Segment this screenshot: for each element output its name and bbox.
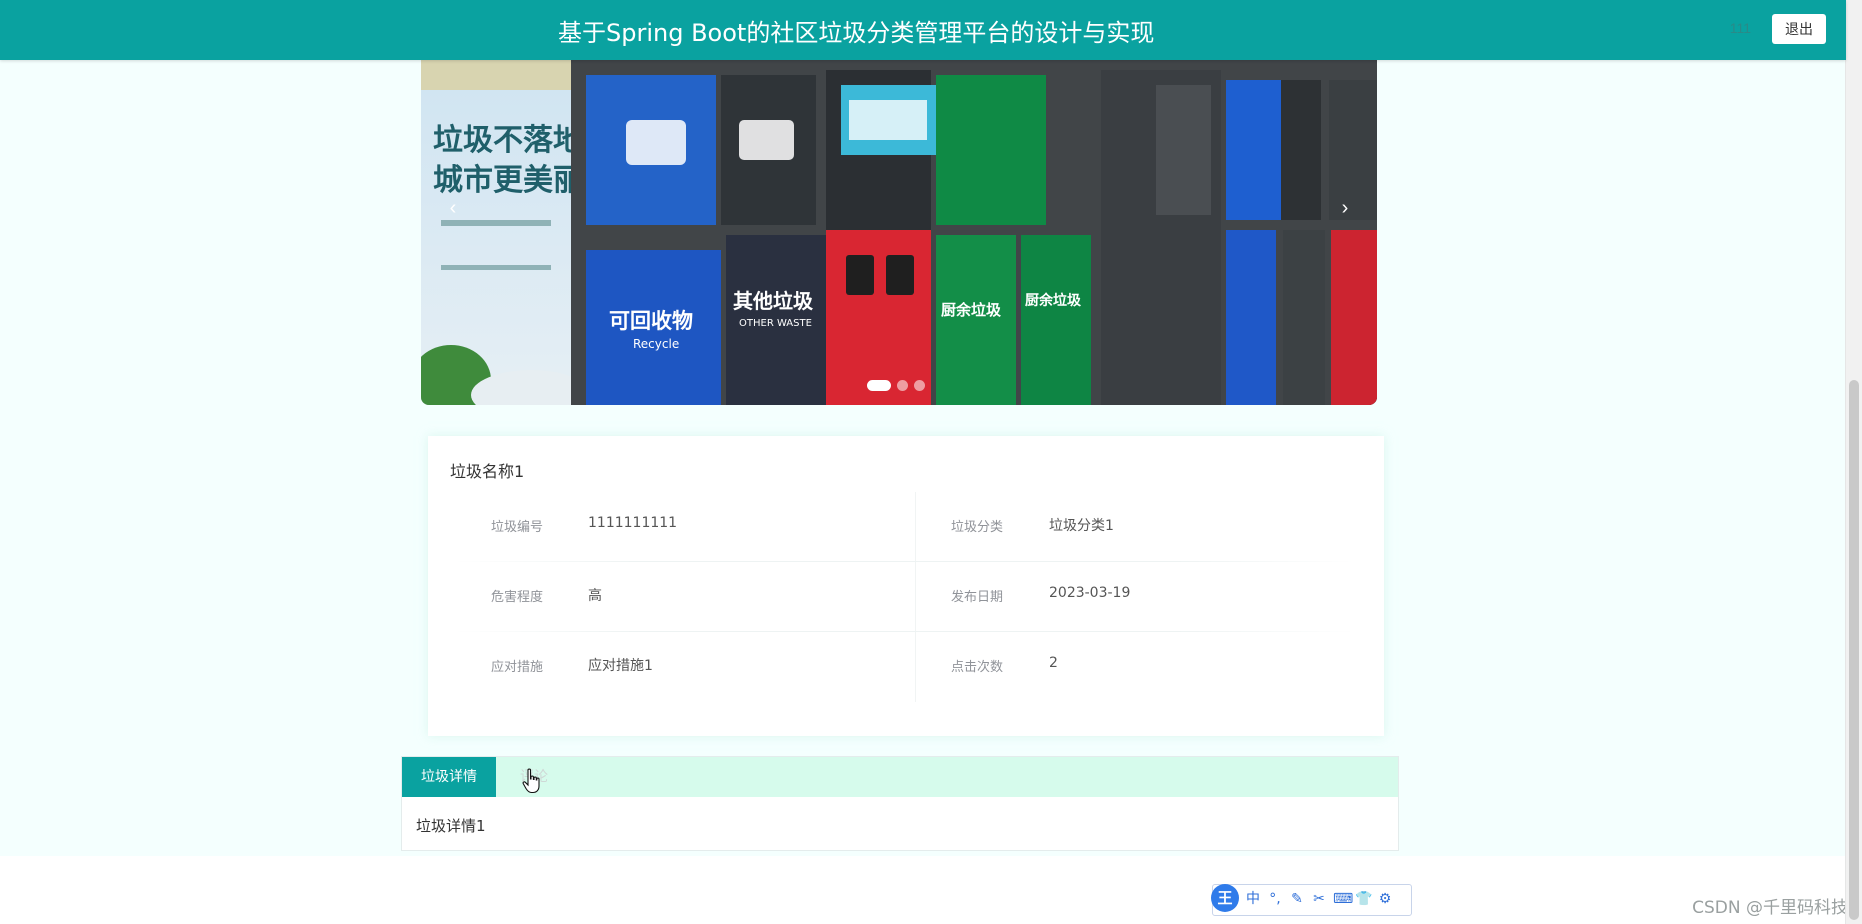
field-value: 2023-03-19	[1049, 585, 1131, 601]
top-header-bar: 基于Spring Boot的社区垃圾分类管理平台的设计与实现 111 退出	[0, 0, 1846, 60]
field-label: 应对措施	[491, 660, 544, 675]
ime-chinese-mode-icon[interactable]: 中	[1245, 889, 1261, 909]
csdn-watermark: CSDN @千里码科技	[1692, 898, 1848, 918]
bin-kitchen-label-1: 厨余垃圾	[941, 301, 1002, 319]
field-label: 危害程度	[491, 590, 544, 605]
bin-recycle-label: 可回收物	[609, 309, 693, 333]
page-scrollbar[interactable]	[1845, 0, 1862, 924]
hand-pointer-icon	[522, 768, 540, 794]
carousel-dot-2[interactable]	[897, 380, 908, 391]
ime-buttons: 中 °, ✎ ✂ ⌨ 👕 ⚙	[1245, 889, 1393, 909]
field-label: 垃圾分类	[951, 520, 1004, 535]
logout-button[interactable]: 退出	[1772, 14, 1826, 44]
ime-logo-icon[interactable]: 王	[1211, 884, 1239, 912]
ime-keyboard-icon[interactable]: ⌨	[1333, 889, 1353, 909]
bin-kitchen-label-2: 厨余垃圾	[1025, 292, 1082, 309]
image-carousel[interactable]: 垃圾不落地 城市更美丽 可回收物 Recycle 其他垃圾 OTHER WAST…	[421, 60, 1377, 405]
carousel-next-button[interactable]: ›	[1327, 190, 1363, 226]
username-label: 111	[1729, 20, 1751, 36]
carousel-slide-image: 垃圾不落地 城市更美丽 可回收物 Recycle 其他垃圾 OTHER WAST…	[421, 60, 1377, 405]
scrollbar-thumb[interactable]	[1849, 380, 1859, 920]
detail-row: 垃圾编号 1111111111 垃圾分类 垃圾分类1	[455, 492, 1355, 562]
field-value: 高	[588, 588, 602, 604]
ime-handwrite-icon[interactable]: ✎	[1289, 889, 1305, 909]
field-value: 1111111111	[588, 515, 678, 531]
page-title: 基于Spring Boot的社区垃圾分类管理平台的设计与实现	[558, 19, 1155, 47]
ime-scissors-icon[interactable]: ✂	[1311, 889, 1327, 909]
field-value: 2	[1049, 655, 1058, 671]
field-publish-date: 发布日期 2023-03-19	[915, 562, 1366, 632]
field-countermeasure: 应对措施 应对措施1	[455, 632, 905, 702]
field-label: 点击次数	[951, 660, 1004, 675]
ime-toolbar[interactable]: 王 中 °, ✎ ✂ ⌨ 👕 ⚙	[1211, 884, 1412, 916]
tab-garbage-detail[interactable]: 垃圾详情	[402, 757, 496, 797]
carousel-dot-3[interactable]	[914, 380, 925, 391]
ime-settings-icon[interactable]: ⚙	[1377, 889, 1393, 909]
bin-other-label: 其他垃圾	[733, 289, 814, 313]
field-garbage-number: 垃圾编号 1111111111	[455, 492, 905, 562]
bin-recycle-en: Recycle	[633, 337, 679, 351]
ime-punctuation-icon[interactable]: °,	[1267, 889, 1283, 909]
field-value: 垃圾分类1	[1049, 518, 1114, 534]
field-hazard-level: 危害程度 高	[455, 562, 905, 632]
carousel-dot-1[interactable]	[867, 380, 891, 391]
carousel-prev-button[interactable]: ‹	[435, 190, 471, 226]
tab-content-text: 垃圾详情1	[416, 817, 486, 835]
garbage-detail-card: 垃圾名称1 垃圾编号 1111111111 垃圾分类 垃圾分类1 危害程度 高 …	[428, 436, 1384, 736]
detail-tabs: 垃圾详情 评论 垃圾详情1	[401, 756, 1399, 851]
field-label: 垃圾编号	[491, 520, 544, 535]
detail-fields: 垃圾编号 1111111111 垃圾分类 垃圾分类1 危害程度 高 发布日期 2…	[455, 492, 1355, 702]
ime-skin-icon[interactable]: 👕	[1355, 889, 1372, 909]
field-label: 发布日期	[951, 590, 1004, 605]
tabs-header: 垃圾详情 评论	[402, 757, 1398, 797]
bin-other-en: OTHER WASTE	[739, 318, 812, 329]
carousel-indicators	[867, 380, 925, 391]
detail-row: 应对措施 应对措施1 点击次数 2	[455, 632, 1355, 702]
field-garbage-category: 垃圾分类 垃圾分类1	[915, 492, 1366, 562]
field-click-count: 点击次数 2	[915, 632, 1366, 702]
slogan-line-1: 垃圾不落地	[433, 123, 583, 158]
field-value: 应对措施1	[588, 658, 653, 674]
detail-row: 危害程度 高 发布日期 2023-03-19	[455, 562, 1355, 632]
garbage-name: 垃圾名称1	[450, 462, 525, 481]
page-footer-area	[0, 856, 1846, 924]
